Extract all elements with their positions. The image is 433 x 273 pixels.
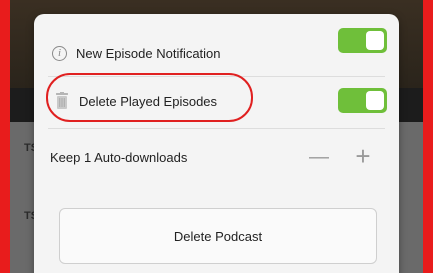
delete-played-episodes-toggle[interactable] — [338, 88, 387, 113]
annotation-highlight — [46, 73, 253, 122]
increment-button[interactable]: + — [350, 143, 376, 169]
delete-podcast-button[interactable]: Delete Podcast — [59, 208, 377, 264]
info-icon: i — [52, 45, 67, 61]
new-episode-notification-label: New Episode Notification — [76, 45, 221, 61]
toggle-knob — [366, 31, 384, 50]
setting-row-auto-downloads: Keep 1 Auto-downloads — [34, 132, 399, 182]
auto-downloads-label: Keep 1 Auto-downloads — [50, 149, 188, 165]
divider — [48, 128, 385, 129]
toggle-knob — [366, 91, 384, 110]
screenshot-frame: TS TS i New Episode Notification Delete … — [0, 0, 433, 273]
new-episode-notification-toggle[interactable] — [338, 28, 387, 53]
decrement-button[interactable]: — — [306, 144, 332, 170]
